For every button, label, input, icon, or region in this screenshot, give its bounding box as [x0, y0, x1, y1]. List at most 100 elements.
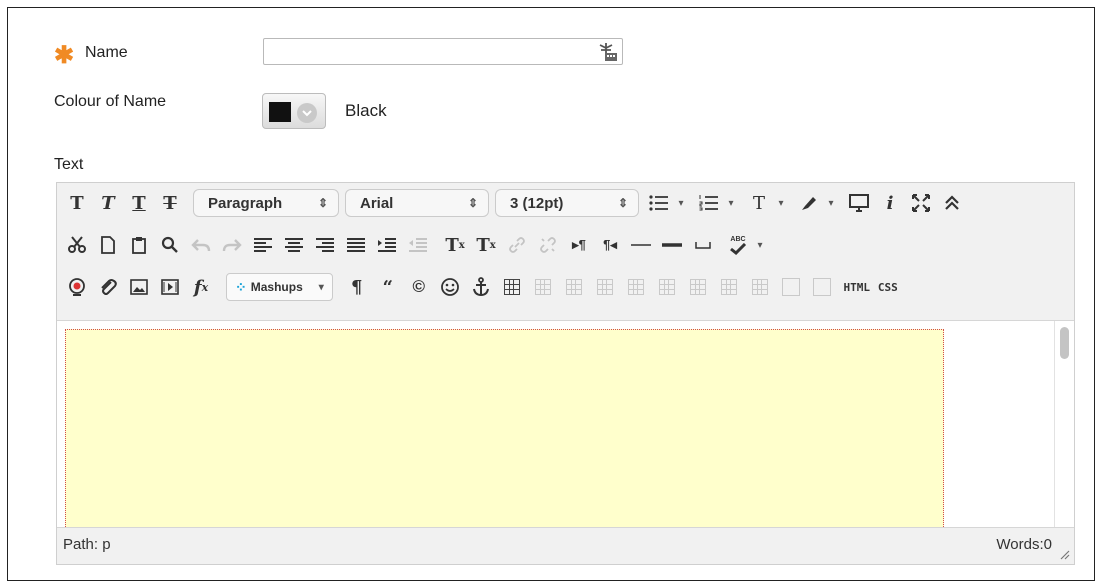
- text-color-button[interactable]: T: [745, 188, 773, 218]
- chevron-down-icon[interactable]: ▾: [723, 188, 739, 218]
- highlighter-icon[interactable]: [795, 188, 823, 218]
- link-icon[interactable]: [503, 230, 531, 260]
- editor-statusbar: Path: p Words:0: [57, 527, 1074, 564]
- record-icon[interactable]: [63, 272, 91, 302]
- numbered-list-split[interactable]: ▾: [695, 188, 739, 218]
- undo-icon[interactable]: [187, 230, 215, 260]
- numbered-list-icon[interactable]: [695, 188, 723, 218]
- editor-text-body[interactable]: [65, 329, 944, 529]
- chevron-down-icon[interactable]: ▾: [752, 230, 768, 260]
- strikethrough-button[interactable]: T: [156, 188, 184, 218]
- select-arrows-icon: ⇕: [617, 196, 628, 210]
- table-cell-props-icon[interactable]: [715, 272, 743, 302]
- spellcheck-split[interactable]: ABC ▾: [724, 230, 768, 260]
- math-formula-button[interactable]: fx: [187, 272, 215, 302]
- rich-text-editor: T T T T Paragraph⇕ Arial⇕ 3 (12pt)⇕ ▾: [56, 182, 1075, 565]
- attachment-icon[interactable]: [94, 272, 122, 302]
- table-row-after-icon[interactable]: [560, 272, 588, 302]
- table-delete-col-icon[interactable]: [684, 272, 712, 302]
- format-select[interactable]: Paragraph ⇕: [193, 189, 339, 217]
- fullscreen-icon[interactable]: [907, 188, 935, 218]
- preview-icon[interactable]: [845, 188, 873, 218]
- paragraph-mark-button[interactable]: ¶: [343, 272, 371, 302]
- word-count: Words:0: [996, 536, 1052, 553]
- table-col-after-icon[interactable]: [653, 272, 681, 302]
- table-col-before-icon[interactable]: [622, 272, 650, 302]
- chevron-down-icon[interactable]: ▾: [673, 188, 689, 218]
- colour-label: Colour of Name: [54, 93, 167, 110]
- font-family-select[interactable]: Arial ⇕: [345, 189, 489, 217]
- html-button[interactable]: HTML: [843, 272, 871, 302]
- chevron-down-icon[interactable]: ▾: [773, 188, 789, 218]
- media-icon[interactable]: [156, 272, 184, 302]
- collapse-toolbar-icon[interactable]: [938, 188, 966, 218]
- bold-button[interactable]: T: [63, 188, 91, 218]
- bullet-list-split[interactable]: ▾: [645, 188, 689, 218]
- scrollbar-thumb[interactable]: [1060, 327, 1069, 359]
- resize-grip-icon[interactable]: [1058, 548, 1070, 560]
- underline-button[interactable]: T: [125, 188, 153, 218]
- name-input[interactable]: [263, 38, 623, 65]
- copy-icon[interactable]: [94, 230, 122, 260]
- mashups-dropdown[interactable]: ⁘ Mashups ▾: [226, 273, 333, 301]
- font-size-select[interactable]: 3 (12pt) ⇕: [495, 189, 639, 217]
- text-label: Text: [54, 156, 84, 173]
- align-justify-icon[interactable]: [342, 230, 370, 260]
- required-star-icon: ✱: [54, 42, 75, 69]
- nonbreaking-space-icon[interactable]: [689, 230, 717, 260]
- toolbar-row-3: fx ⁘ Mashups ▾ ¶ “ © HTML CSS: [63, 271, 905, 303]
- redo-icon[interactable]: [218, 230, 246, 260]
- cut-icon[interactable]: [63, 230, 91, 260]
- table-icon[interactable]: [498, 272, 526, 302]
- element-path[interactable]: Path: p: [63, 536, 111, 553]
- colour-value: Black: [345, 101, 387, 120]
- chevron-down-icon: ▾: [318, 281, 324, 293]
- chevron-down-icon: [297, 103, 317, 123]
- copyright-button[interactable]: ©: [405, 272, 433, 302]
- align-center-icon[interactable]: [280, 230, 308, 260]
- colour-swatch: [269, 102, 291, 122]
- editor-toolbar: T T T T Paragraph⇕ Arial⇕ 3 (12pt)⇕ ▾: [57, 183, 1074, 321]
- outdent-icon[interactable]: [404, 230, 432, 260]
- subscript-button[interactable]: Tx: [472, 230, 500, 260]
- ltr-icon[interactable]: ▸¶: [565, 230, 593, 260]
- search-icon[interactable]: [156, 230, 184, 260]
- toolbar-row-1: T T T T Paragraph⇕ Arial⇕ 3 (12pt)⇕ ▾: [63, 187, 969, 219]
- rtl-icon[interactable]: ¶◂: [596, 230, 624, 260]
- info-icon[interactable]: i: [876, 188, 904, 218]
- mashups-icon: ⁘: [235, 278, 247, 295]
- indent-icon[interactable]: [373, 230, 401, 260]
- form-frame: ✱ Name Colour of Name Black Text T T T T: [7, 7, 1095, 581]
- css-button[interactable]: CSS: [874, 272, 902, 302]
- select-arrows-icon: ⇕: [317, 196, 328, 210]
- italic-button[interactable]: T: [94, 188, 122, 218]
- editor-content-area[interactable]: [57, 321, 1074, 529]
- paste-icon[interactable]: [125, 230, 153, 260]
- vertical-scrollbar[interactable]: [1054, 321, 1074, 529]
- table-row-before-icon[interactable]: [529, 272, 557, 302]
- table-delete-row-icon[interactable]: [591, 272, 619, 302]
- table-merge-cells-icon[interactable]: [746, 272, 774, 302]
- blockquote-button[interactable]: “: [374, 272, 402, 302]
- horizontal-rule-icon[interactable]: [627, 230, 655, 260]
- spellcheck-icon[interactable]: ABC: [724, 230, 752, 260]
- highlight-split[interactable]: ▾: [795, 188, 839, 218]
- table-props-icon[interactable]: [808, 272, 836, 302]
- toolbar-row-2: Tx Tx ▸¶ ¶◂ ABC ▾: [63, 229, 774, 261]
- image-icon[interactable]: [125, 272, 153, 302]
- unlink-icon[interactable]: [534, 230, 562, 260]
- text-color-split[interactable]: T ▾: [745, 188, 789, 218]
- align-left-icon[interactable]: [249, 230, 277, 260]
- virtual-keyboard-icon[interactable]: [596, 42, 618, 62]
- colour-picker-button[interactable]: [262, 93, 326, 129]
- chevron-down-icon[interactable]: ▾: [823, 188, 839, 218]
- emoticon-icon[interactable]: [436, 272, 464, 302]
- align-right-icon[interactable]: [311, 230, 339, 260]
- superscript-button[interactable]: Tx: [441, 230, 469, 260]
- bullet-list-icon[interactable]: [645, 188, 673, 218]
- thick-rule-icon[interactable]: [658, 230, 686, 260]
- anchor-icon[interactable]: [467, 272, 495, 302]
- name-label: Name: [85, 44, 128, 61]
- table-split-cells-icon[interactable]: [777, 272, 805, 302]
- select-arrows-icon: ⇕: [467, 196, 478, 210]
